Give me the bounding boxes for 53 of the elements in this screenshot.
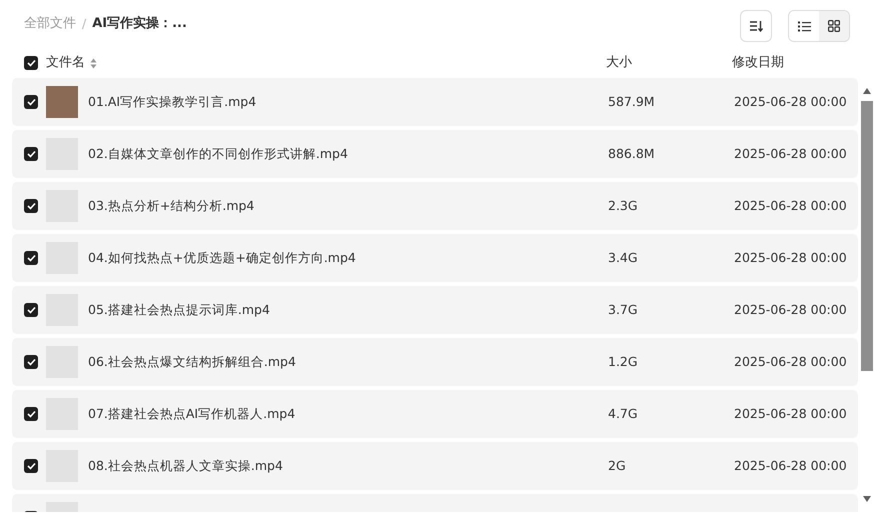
- file-name: 06.社会热点爆文结构拆解组合.mp4: [88, 352, 297, 371]
- file-name: 04.如何找热点+优质选题+确定创作方向.mp4: [88, 248, 357, 267]
- file-size: 2.3G: [608, 196, 639, 215]
- file-size: 3.7G: [608, 300, 639, 319]
- file-row[interactable]: 01.AI写作实操教学引言.mp4 587.9M 2025-06-28 00:00: [12, 78, 858, 126]
- file-name: 07.搭建社会热点AI写作机器人.mp4: [88, 404, 296, 423]
- file-row[interactable]: 05.搭建社会热点提示词库.mp4 3.7G 2025-06-28 00:00: [12, 286, 858, 334]
- file-size: 1.2G: [608, 352, 639, 371]
- file-row[interactable]: 08.社会热点机器人文章实操.mp4 2G 2025-06-28 00:00: [12, 442, 858, 490]
- column-header: 大小: [606, 54, 633, 72]
- checkmark-icon: [26, 150, 36, 158]
- checkmark-icon: [26, 410, 36, 418]
- modified-date: 2025-06-28 00:00: [734, 404, 847, 423]
- modified-date: 2025-06-28 00:00: [734, 92, 847, 111]
- column-header: 修改日期: [732, 54, 784, 72]
- photo-placeholder: [46, 86, 78, 118]
- checkmark-icon: [26, 202, 36, 210]
- file-row[interactable]: 02.自媒体文章创作的不同创作形式讲解.mp4 886.8M 2025-06-28 00:00: [12, 130, 858, 178]
- breadcrumb-current: AI写作实操：...: [92, 14, 187, 34]
- file-name: 05.搭建社会热点提示词库.mp4: [88, 300, 271, 319]
- file-size: 587.9M: [608, 92, 656, 111]
- file-row[interactable]: 04.如何找热点+优质选题+确定创作方向.mp4 3.4G 2025-06-28 00:00: [12, 234, 858, 282]
- file-name: 01.AI写作实操教学引言.mp4: [88, 92, 258, 111]
- file-row[interactable]: 03.热点分析+结构分析.mp4 2.3G 2025-06-28 00:00: [12, 182, 858, 230]
- file-name: 03.热点分析+结构分析.mp4: [88, 196, 256, 215]
- checkmark-icon: [26, 306, 36, 314]
- checkmark-icon: [26, 98, 36, 106]
- file-row[interactable]: 07.搭建社会热点AI写作机器人.mp4 4.7G 2025-06-28 00:00: [12, 390, 858, 438]
- sort-icon[interactable]: [90, 58, 97, 68]
- grid-icon: [828, 20, 840, 32]
- modified-date: 2025-06-28 00:00: [734, 144, 847, 163]
- modified-date: 2025-06-28 00:00: [734, 352, 847, 371]
- checkmark-icon: [26, 59, 36, 67]
- file-name: 08.社会热点机器人文章实操.mp4: [88, 456, 284, 475]
- file-size: 2G: [608, 456, 627, 475]
- modified-date: 2025-06-28 00:00: [734, 456, 847, 475]
- file-row[interactable]: 06.社会热点爆文结构拆解组合.mp4 1.2G 2025-06-28 00:00: [12, 338, 858, 386]
- modified-date: 2025-06-28 00:00: [734, 196, 847, 215]
- list-icon: [798, 20, 810, 32]
- breadcrumb-separator: /: [82, 14, 86, 33]
- column-header[interactable]: 文件名: [46, 53, 85, 73]
- modified-date: 2025-06-28 00:00: [734, 248, 847, 267]
- file-size: 4.7G: [608, 404, 639, 423]
- file-size: 886.8M: [608, 144, 656, 163]
- checkmark-icon: [26, 358, 36, 366]
- file-name: 02.自媒体文章创作的不同创作形式讲解.mp4: [88, 144, 349, 163]
- sort-icon: [749, 20, 763, 32]
- grid-view-button[interactable]: [819, 11, 849, 41]
- checkmark-icon: [26, 254, 36, 262]
- file-size: 3.4G: [608, 248, 639, 267]
- sort-button[interactable]: [740, 10, 772, 42]
- modified-date: 2025-06-28 00:00: [734, 300, 847, 319]
- checkmark-icon: [26, 462, 36, 470]
